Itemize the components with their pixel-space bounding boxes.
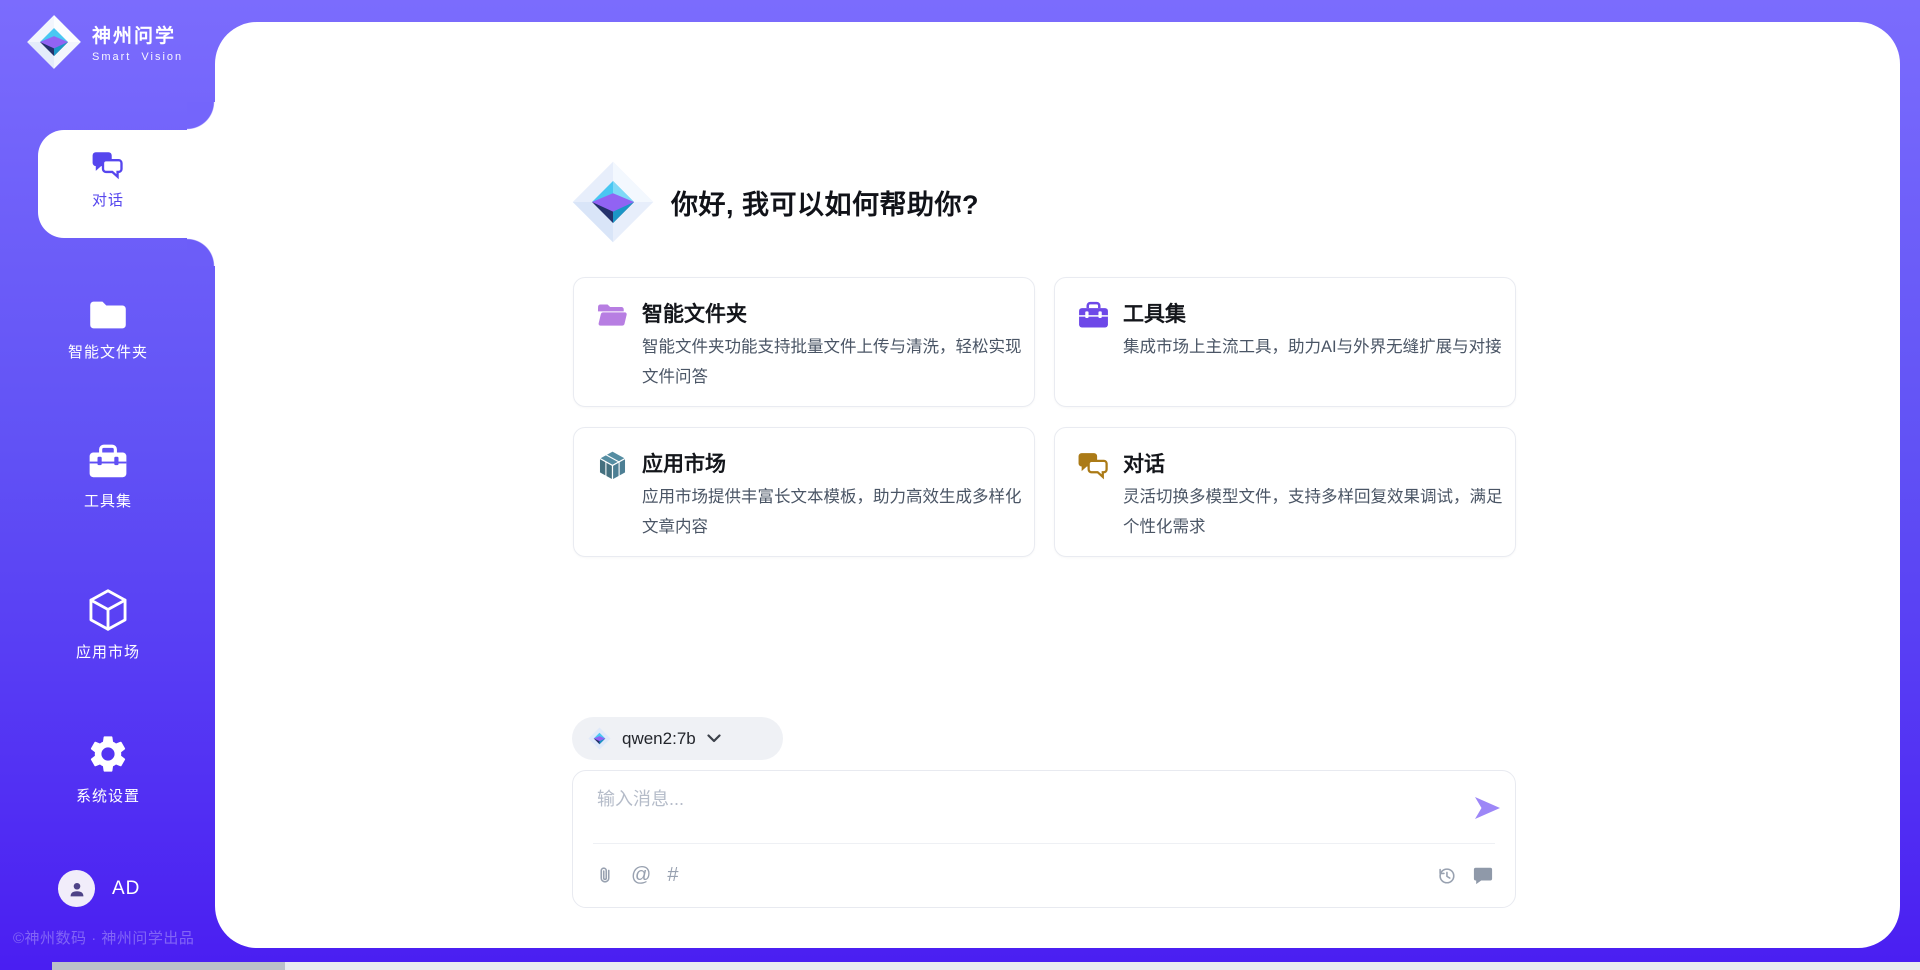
user-initials: AD (112, 878, 140, 900)
sidebar-item-app-market[interactable]: 应用市场 (8, 588, 208, 662)
greeting-block: 你好, 我可以如何帮助你? (571, 160, 979, 244)
sidebar-item-label: 应用市场 (76, 641, 140, 662)
hashtag-icon[interactable]: # (667, 865, 678, 885)
copyright-text: ©神州数码 · 神州问学出品 (13, 927, 194, 948)
message-composer: @ # (572, 770, 1516, 908)
sidebar-item-smart-folder[interactable]: 智能文件夹 (8, 298, 208, 362)
card-title: 对话 (1123, 448, 1165, 478)
history-icon[interactable] (1436, 865, 1457, 886)
sidebar-item-chat[interactable]: 对话 (8, 150, 208, 210)
main-content-surface: 你好, 我可以如何帮助你? 智能文件夹 智能文件夹功能支持批量文件上传与清洗，轻… (215, 22, 1900, 948)
card-toolset[interactable]: 工具集 集成市场上主流工具，助力AI与外界无缝扩展与对接 (1054, 277, 1516, 407)
composer-divider (593, 843, 1495, 844)
tab-fillet-bottom (187, 238, 215, 266)
sidebar-item-toolset[interactable]: 工具集 (8, 443, 208, 511)
card-description: 智能文件夹功能支持批量文件上传与清洗，轻松实现文件问答 (642, 332, 1026, 392)
brand-diamond-icon (26, 14, 82, 70)
brand-name: 神州问学 (92, 21, 183, 48)
card-description: 应用市场提供丰富长文本模板，助力高效生成多样化文章内容 (642, 482, 1026, 542)
brand-diamond-icon (571, 160, 655, 244)
card-smart-folder[interactable]: 智能文件夹 智能文件夹功能支持批量文件上传与清洗，轻松实现文件问答 (573, 277, 1035, 407)
gear-icon (86, 732, 130, 776)
model-selector[interactable]: qwen2:7b (572, 717, 783, 760)
card-title: 智能文件夹 (642, 298, 747, 328)
chat-bubbles-icon (1077, 449, 1110, 482)
scrollbar-thumb[interactable] (52, 962, 285, 970)
message-input[interactable] (595, 783, 1429, 839)
brand-text: 神州问学 Smart Vision (92, 21, 183, 63)
card-title: 工具集 (1123, 298, 1186, 328)
model-diamond-icon (588, 727, 611, 750)
send-icon[interactable] (1474, 797, 1501, 819)
sidebar-item-label: 智能文件夹 (68, 341, 148, 362)
sidebar-item-label: 对话 (92, 189, 124, 210)
model-name: qwen2:7b (622, 729, 696, 749)
sidebar-item-settings[interactable]: 系统设置 (8, 732, 208, 806)
toolbar-right (1436, 865, 1493, 886)
user-profile[interactable]: AD (58, 870, 140, 907)
brand-subtitle: Smart Vision (92, 51, 183, 63)
mention-icon[interactable]: @ (631, 865, 651, 885)
app-window: 你好, 我可以如何帮助你? 智能文件夹 智能文件夹功能支持批量文件上传与清洗，轻… (0, 0, 1920, 970)
folder-icon (88, 298, 128, 332)
card-chat[interactable]: 对话 灵活切换多模型文件，支持多样回复效果调试，满足个性化需求 (1054, 427, 1516, 557)
attachment-icon[interactable] (595, 863, 615, 887)
sidebar-item-label: 系统设置 (76, 785, 140, 806)
chat-bubbles-icon (91, 150, 125, 180)
greeting-text: 你好, 我可以如何帮助你? (671, 183, 979, 222)
brand-logo: 神州问学 Smart Vision (26, 14, 183, 70)
tab-fillet-top (187, 102, 215, 130)
avatar (58, 870, 95, 907)
folder-open-icon (596, 299, 629, 332)
toolbox-icon (1077, 299, 1110, 332)
horizontal-scrollbar[interactable] (52, 962, 1920, 970)
card-title: 应用市场 (642, 448, 726, 478)
card-description: 集成市场上主流工具，助力AI与外界无缝扩展与对接 (1123, 332, 1507, 362)
toolbox-icon (87, 443, 129, 481)
chevron-down-icon (707, 734, 721, 743)
cube-grid-icon (596, 449, 629, 482)
card-app-market[interactable]: 应用市场 应用市场提供丰富长文本模板，助力高效生成多样化文章内容 (573, 427, 1035, 557)
comment-icon[interactable] (1473, 866, 1493, 885)
cube-icon (88, 588, 128, 632)
toolbar-left: @ # (595, 863, 678, 887)
card-description: 灵活切换多模型文件，支持多样回复效果调试，满足个性化需求 (1123, 482, 1507, 542)
feature-cards: 智能文件夹 智能文件夹功能支持批量文件上传与清洗，轻松实现文件问答 工具集 集成… (573, 277, 1516, 557)
sidebar-item-label: 工具集 (84, 490, 132, 511)
person-icon (66, 878, 88, 900)
composer-toolbar: @ # (595, 857, 1493, 893)
